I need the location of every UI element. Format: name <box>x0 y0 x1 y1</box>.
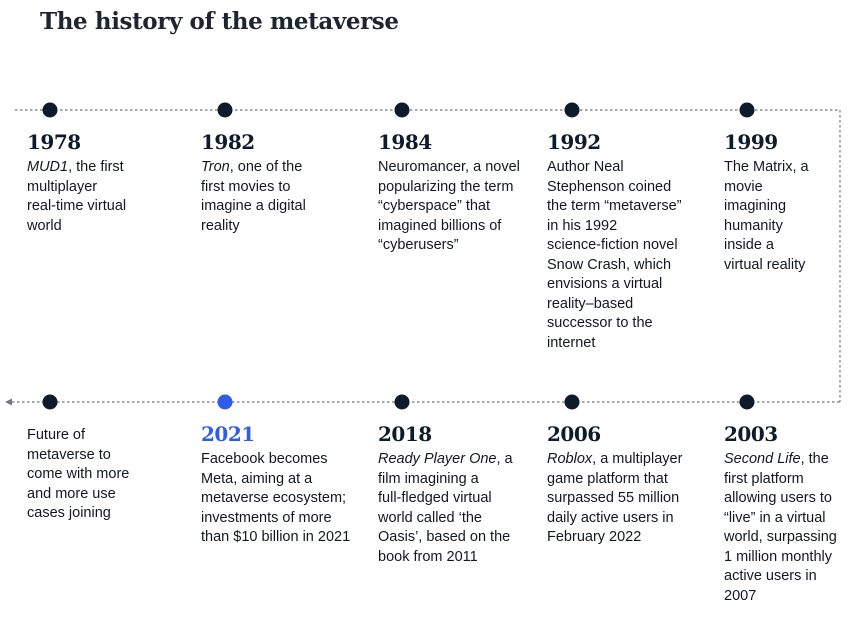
timeline-dot <box>739 394 755 410</box>
event-description: Second Life, the first platform allowing… <box>724 450 858 606</box>
event-year: 2018 <box>378 422 432 446</box>
timeline-event: Future of metaverse to come with more an… <box>27 426 197 524</box>
event-year: 1984 <box>378 130 432 154</box>
event-year: 1982 <box>201 130 255 154</box>
timeline-event: 1978 MUD1, the first multiplayer real-tim… <box>27 130 197 236</box>
event-description: Neuromancer, a novel popularizing the te… <box>378 158 548 256</box>
event-title: Tron <box>201 159 230 175</box>
event-year: 1992 <box>547 130 601 154</box>
timeline-event: 1992 Author Neal Stephenson coined the te… <box>547 130 717 353</box>
event-title: Roblox <box>547 451 593 467</box>
event-year: 1978 <box>27 130 81 154</box>
event-text: , the first platform allowing users to “… <box>724 451 837 604</box>
timeline-dot <box>394 102 410 118</box>
event-description: Future of metaverse to come with more an… <box>27 426 197 524</box>
event-text: The Matrix, a movie imagining humanity i… <box>724 159 809 273</box>
timeline-dot <box>217 394 233 410</box>
event-description: Facebook becomes Meta, aiming at a metav… <box>201 450 371 548</box>
arrow-left-icon <box>5 398 12 406</box>
timeline-dot <box>739 102 755 118</box>
event-year: 2006 <box>547 422 601 446</box>
timeline-event: 2006 Roblox, a multiplayer game platform … <box>547 422 717 548</box>
timeline-event: 1982 Tron, one of the first movies to ima… <box>201 130 371 236</box>
timeline-dot <box>42 102 58 118</box>
event-text: Neuromancer, a novel popularizing the te… <box>378 159 520 253</box>
timeline-event: 2003 Second Life, the first platform allo… <box>724 422 858 606</box>
event-year: 2003 <box>724 422 778 446</box>
timeline-dot <box>564 394 580 410</box>
event-description: Author Neal Stephenson coined the term “… <box>547 158 717 353</box>
timeline-event: 1984 Neuromancer, a novel popularizing th… <box>378 130 548 256</box>
event-title: Ready Player One <box>378 451 497 467</box>
event-title: MUD1 <box>27 159 69 175</box>
timeline-dot <box>217 102 233 118</box>
timeline-event: 2021 Facebook becomes Meta, aiming at a m… <box>201 422 371 548</box>
timeline-dot <box>394 394 410 410</box>
event-text: Author Neal Stephenson coined the term “… <box>547 159 682 351</box>
timeline-event: 2018 Ready Player One, a film imagining a… <box>378 422 548 567</box>
event-text: Facebook becomes Meta, aiming at a metav… <box>201 451 351 545</box>
event-description: Tron, one of the first movies to imagine… <box>201 158 371 236</box>
event-description: Ready Player One, a film imagining a ful… <box>378 450 548 567</box>
event-description: MUD1, the first multiplayer real-time vi… <box>27 158 197 236</box>
event-text: , a film imagining a full-fledged virtua… <box>378 451 513 565</box>
timeline-event: 1999 The Matrix, a movie imagining humani… <box>724 130 858 275</box>
event-year: 1999 <box>724 130 778 154</box>
timeline-dot <box>564 102 580 118</box>
event-description: The Matrix, a movie imagining humanity i… <box>724 158 858 275</box>
event-description: Roblox, a multiplayer game platform that… <box>547 450 717 548</box>
event-year: 2021 <box>201 422 255 446</box>
event-title: Second Life <box>724 451 801 467</box>
event-text: Future of metaverse to come with more an… <box>27 427 130 521</box>
timeline-dot <box>42 394 58 410</box>
